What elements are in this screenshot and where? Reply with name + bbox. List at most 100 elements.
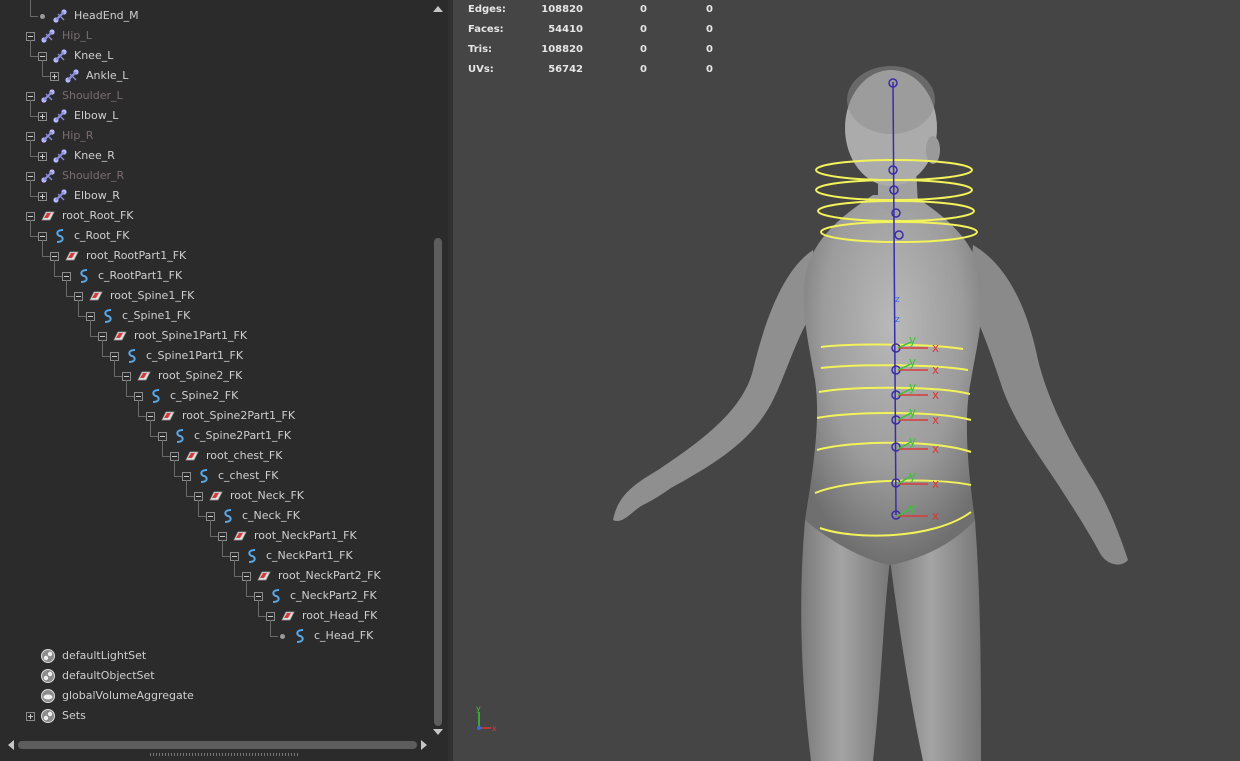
outliner-item-label: c_Neck_FK xyxy=(242,509,301,522)
tree-guide-line xyxy=(42,60,43,76)
scene-canvas[interactable]: xyxyxyxyxyxyxyzz x y xyxy=(453,0,1240,761)
outliner-item[interactable]: root_Spine1_FK xyxy=(74,286,194,306)
panel-resize-grip[interactable] xyxy=(150,753,298,756)
outliner-item[interactable]: c_NeckPart1_FK xyxy=(230,546,353,566)
joint-icon xyxy=(52,48,68,64)
view-axis-gizmo-icon: x y xyxy=(476,704,497,733)
outliner-item[interactable]: root_Neck_FK xyxy=(194,486,304,506)
tree-guide-line xyxy=(90,336,98,337)
joint-x-axis-label: x xyxy=(932,477,939,491)
set-icon xyxy=(40,648,56,664)
outliner-item[interactable]: c_Spine1Part1_FK xyxy=(110,346,243,366)
tree-guide-line xyxy=(210,520,211,536)
outliner-item[interactable]: c_NeckPart2_FK xyxy=(254,586,377,606)
outliner-item[interactable]: c_Neck_FK xyxy=(206,506,300,526)
outliner-vertical-scrollbar[interactable] xyxy=(431,0,445,738)
outliner-item-label: root_NeckPart2_FK xyxy=(278,569,381,582)
outliner-item[interactable]: Elbow_R xyxy=(38,186,120,206)
outliner-item[interactable]: root_NeckPart1_FK xyxy=(218,526,357,546)
outliner-item-label: Elbow_L xyxy=(74,109,119,122)
expand-toggle-icon[interactable] xyxy=(38,111,47,121)
expand-toggle-icon[interactable] xyxy=(26,711,35,721)
outliner-item-label: Shoulder_L xyxy=(62,89,123,102)
outliner-item[interactable]: c_chest_FK xyxy=(182,466,278,486)
tree-guide-line xyxy=(258,600,259,616)
horizontal-scroll-thumb[interactable] xyxy=(18,741,417,749)
outliner-item[interactable]: root_RootPart1_FK xyxy=(50,246,186,266)
tree-guide-line xyxy=(234,560,235,576)
joint-y-axis-label: y xyxy=(909,501,916,515)
scroll-down-arrow-icon[interactable] xyxy=(433,729,443,735)
hud-value: 0 xyxy=(706,64,713,75)
outliner-item[interactable]: root_Spine1Part1_FK xyxy=(98,326,247,346)
outliner-item[interactable]: root_NeckPart2_FK xyxy=(242,566,381,586)
outliner-item-label: root_chest_FK xyxy=(206,449,283,462)
hud-value: 0 xyxy=(640,24,647,35)
outliner-item-label: c_chest_FK xyxy=(218,469,279,482)
hud-row: Tris: 108820 0 0 xyxy=(453,40,753,60)
curve-icon xyxy=(292,628,308,644)
scroll-left-arrow-icon[interactable] xyxy=(8,740,14,750)
hud-row: UVs: 56742 0 0 xyxy=(453,60,753,80)
outliner-item[interactable]: root_chest_FK xyxy=(170,446,282,466)
outliner-item-label: globalVolumeAggregate xyxy=(62,689,194,702)
expand-toggle-icon[interactable] xyxy=(38,191,47,201)
tree-guide-line xyxy=(102,340,103,356)
outliner-item[interactable]: Sets xyxy=(26,706,86,726)
outliner-item[interactable]: root_Head_FK xyxy=(266,606,377,626)
outliner-item[interactable]: c_Head_FK xyxy=(278,626,373,646)
tree-guide-line xyxy=(30,116,38,117)
outliner-item-label: Sets xyxy=(62,709,86,722)
scroll-right-arrow-icon[interactable] xyxy=(421,740,427,750)
outliner-horizontal-scrollbar[interactable] xyxy=(0,738,431,752)
tree-guide-line xyxy=(138,416,146,417)
outliner-panel: HeadEnd_M Hip_L Knee_L Ankle_L Shoulder_L Elb… xyxy=(0,0,449,761)
tree-guide-line xyxy=(270,620,271,636)
hud-value: 0 xyxy=(640,64,647,75)
tree-guide-line xyxy=(210,536,218,537)
outliner-item-label: c_Spine1_FK xyxy=(122,309,191,322)
outliner-item[interactable]: c_Spine2_FK xyxy=(134,386,238,406)
tree-guide-line xyxy=(222,540,223,556)
tree-guide-line xyxy=(78,300,79,316)
gizmo-y-label: y xyxy=(476,704,481,713)
outliner-item[interactable]: Hip_L xyxy=(26,26,92,46)
outliner-item[interactable]: Knee_R xyxy=(38,146,115,166)
leaf-node-icon xyxy=(278,632,287,641)
hud-value: 0 xyxy=(640,44,647,55)
joint-icon xyxy=(52,108,68,124)
outliner-item[interactable]: root_Spine2_FK xyxy=(122,366,242,386)
outliner-item[interactable]: root_Root_FK xyxy=(26,206,134,226)
group-icon xyxy=(112,328,128,344)
outliner-item[interactable]: c_Spine2Part1_FK xyxy=(158,426,291,446)
joint-z-axis-label: z xyxy=(895,315,900,325)
outliner-item[interactable]: root_Spine2Part1_FK xyxy=(146,406,295,426)
outliner-item[interactable]: c_Spine1_FK xyxy=(86,306,190,326)
joint-icon xyxy=(52,148,68,164)
hud-value: 108820 xyxy=(541,44,583,55)
joint-z-axis-label: z xyxy=(895,295,900,305)
tree-guide-line xyxy=(102,356,110,357)
outliner-item[interactable]: defaultLightSet xyxy=(40,646,146,666)
outliner-item[interactable]: Knee_L xyxy=(38,46,113,66)
outliner-item[interactable]: Elbow_L xyxy=(38,106,118,126)
vertical-scroll-thumb[interactable] xyxy=(434,238,442,726)
outliner-item[interactable]: c_Root_FK xyxy=(38,226,130,246)
expand-toggle-icon[interactable] xyxy=(50,71,59,81)
joint-icon xyxy=(52,8,68,24)
hud-label: UVs: xyxy=(468,64,494,75)
outliner-item[interactable]: c_RootPart1_FK xyxy=(62,266,182,286)
outliner-item[interactable]: Shoulder_R xyxy=(26,166,124,186)
outliner-item[interactable]: Shoulder_L xyxy=(26,86,123,106)
outliner-item[interactable]: HeadEnd_M xyxy=(38,6,139,26)
leaf-node-icon xyxy=(38,12,47,21)
3d-viewport[interactable]: xyxyxyxyxyxyxyzz x y Edges: 108820 0 0 Faces… xyxy=(453,0,1240,761)
scroll-up-arrow-icon[interactable] xyxy=(433,6,443,12)
expand-toggle-icon[interactable] xyxy=(38,151,47,161)
hud-value: 0 xyxy=(640,4,647,15)
outliner-item[interactable]: Ankle_L xyxy=(50,66,128,86)
outliner-item[interactable]: globalVolumeAggregate xyxy=(40,686,194,706)
outliner-item[interactable]: defaultObjectSet xyxy=(40,666,155,686)
joint-x-axis-label: x xyxy=(932,388,939,402)
outliner-item[interactable]: Hip_R xyxy=(26,126,93,146)
